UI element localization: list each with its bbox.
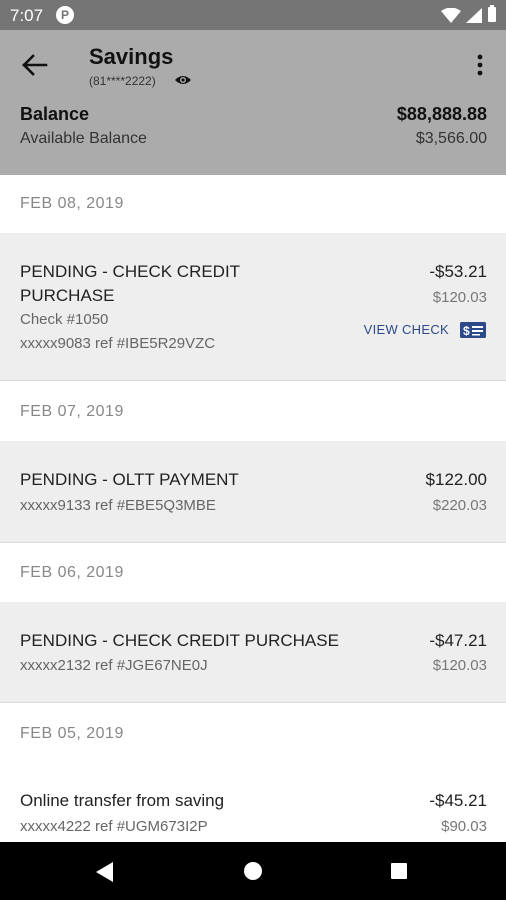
status-bar: 7:07 P bbox=[0, 0, 506, 30]
date-header: FEB 08, 2019 bbox=[0, 175, 506, 233]
back-arrow-icon[interactable] bbox=[20, 52, 50, 78]
transaction-description: PENDING - CHECK CREDIT PURCHASE bbox=[20, 631, 339, 650]
transaction-reference: xxxxx4222 ref #UGM673I2P bbox=[20, 818, 208, 835]
wifi-icon bbox=[441, 8, 461, 23]
transaction-row[interactable]: PENDING - CHECK CREDIT PURCHASE Check #1… bbox=[0, 233, 506, 381]
check-number: Check #1050 bbox=[20, 311, 109, 328]
check-image-icon: $ bbox=[460, 322, 486, 338]
transaction-amount: $122.00 bbox=[425, 470, 487, 489]
available-balance-value: $3,566.00 bbox=[415, 130, 487, 147]
view-check-label: VIEW CHECK bbox=[363, 322, 449, 337]
view-check-button[interactable]: VIEW CHECK $ bbox=[357, 320, 487, 340]
date-header: FEB 06, 2019 bbox=[0, 543, 506, 602]
date-label: FEB 06, 2019 bbox=[20, 564, 124, 581]
status-time: 7:07 bbox=[10, 6, 44, 25]
nav-recent-apps-icon[interactable] bbox=[391, 863, 407, 879]
transaction-amount: -$47.21 bbox=[429, 631, 487, 650]
transaction-row[interactable]: PENDING - CHECK CREDIT PURCHASE xxxxx213… bbox=[0, 602, 506, 703]
transaction-reference: xxxxx9083 ref #IBE5R29VZC bbox=[20, 335, 216, 352]
date-label: FEB 07, 2019 bbox=[20, 403, 124, 420]
system-navigation-bar bbox=[0, 842, 506, 900]
date-label: FEB 08, 2019 bbox=[20, 195, 124, 212]
date-header: FEB 07, 2019 bbox=[0, 381, 506, 441]
balance-value: $88,888.88 bbox=[396, 104, 487, 124]
cell-signal-icon bbox=[466, 8, 482, 23]
date-header: FEB 05, 2019 bbox=[0, 703, 506, 763]
battery-icon bbox=[488, 5, 496, 22]
transaction-reference: xxxxx2132 ref #JGE67NE0J bbox=[20, 657, 208, 674]
date-label: FEB 05, 2019 bbox=[20, 725, 124, 742]
nav-back-icon[interactable] bbox=[96, 862, 114, 882]
available-balance-label: Available Balance bbox=[20, 130, 147, 147]
running-balance: $120.03 bbox=[432, 657, 487, 674]
account-number: (81****2222) bbox=[89, 74, 156, 88]
running-balance: $90.03 bbox=[441, 818, 487, 835]
transaction-description: PENDING - CHECK CREDIT bbox=[20, 262, 241, 281]
transaction-reference: xxxxx9133 ref #EBE5Q3MBE bbox=[20, 497, 216, 514]
transaction-amount: -$45.21 bbox=[429, 791, 487, 810]
svg-text:$: $ bbox=[463, 324, 470, 338]
more-options-icon[interactable] bbox=[470, 52, 490, 78]
transaction-description: Online transfer from saving bbox=[20, 791, 225, 810]
transaction-description-line2: PURCHASE bbox=[20, 286, 115, 305]
balance-label: Balance bbox=[20, 104, 90, 124]
nav-home-icon[interactable] bbox=[244, 862, 262, 880]
account-header: Savings (81****2222) Balance $88,888.88 … bbox=[0, 30, 506, 175]
running-balance: $120.03 bbox=[432, 289, 487, 306]
running-balance: $220.03 bbox=[432, 497, 487, 514]
transaction-amount: -$53.21 bbox=[429, 262, 487, 281]
app-notification-icon: P bbox=[56, 6, 74, 24]
eye-icon[interactable] bbox=[174, 73, 192, 87]
transaction-description: PENDING - OLTT PAYMENT bbox=[20, 470, 239, 489]
page-title: Savings bbox=[89, 44, 174, 69]
transaction-row[interactable]: Online transfer from saving xxxxx4222 re… bbox=[0, 763, 506, 842]
transaction-row[interactable]: PENDING - OLTT PAYMENT xxxxx9133 ref #EB… bbox=[0, 441, 506, 543]
